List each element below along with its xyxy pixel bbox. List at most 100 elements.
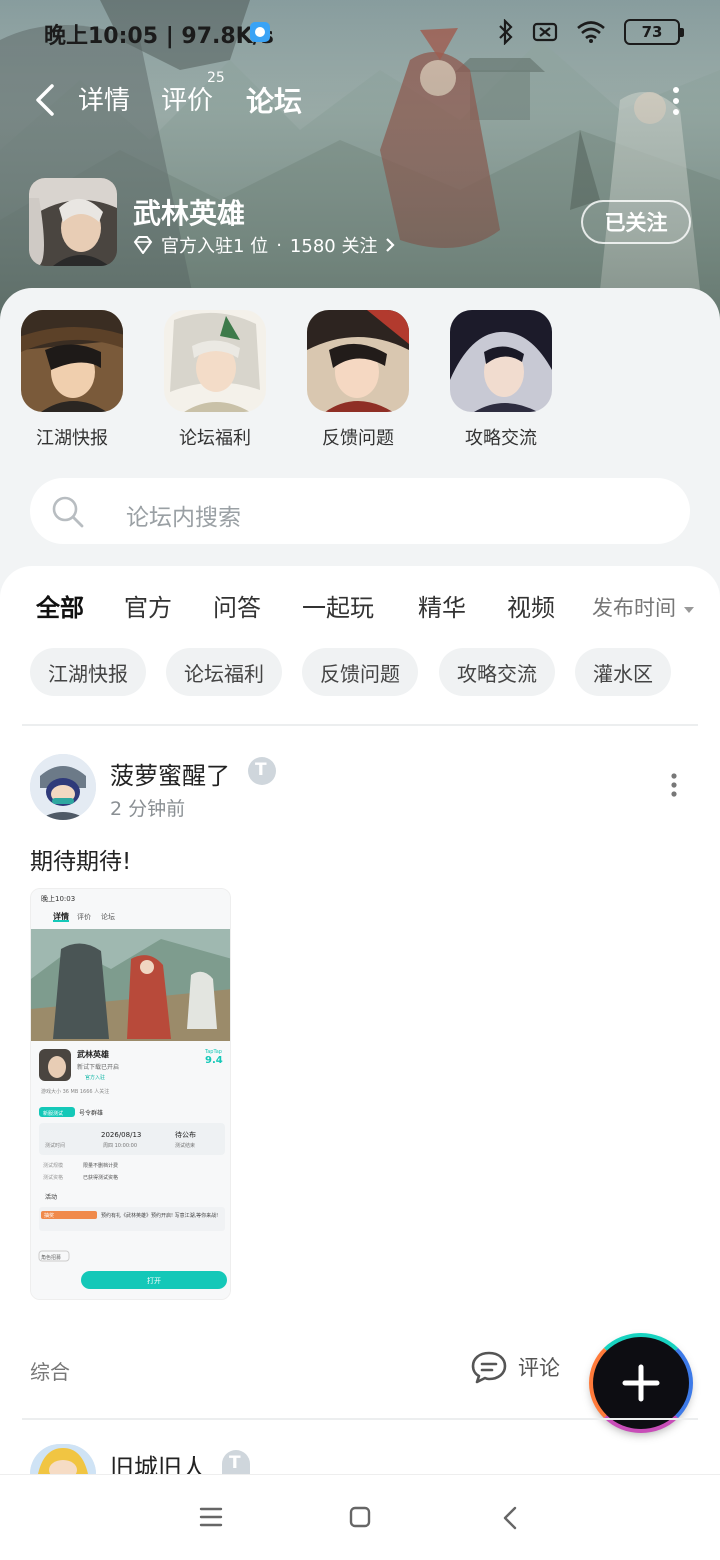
user-badge-icon — [248, 757, 276, 785]
shot-end-sub: 测试结束 — [175, 1142, 195, 1149]
shot-official: 官方入驻 — [85, 1074, 105, 1081]
tab-details-label: 详情 — [78, 86, 131, 116]
tab-reviews[interactable]: 评价 25 — [161, 70, 225, 117]
official-count: 官方入驻1 位 — [161, 236, 269, 257]
chip-feedback[interactable]: 反馈问题 — [302, 648, 418, 696]
home-icon[interactable] — [348, 1505, 372, 1529]
feed-tab-all[interactable]: 全部 — [36, 588, 84, 625]
shot-scale-value: 限量不删档计费 — [83, 1162, 118, 1169]
shot-stats: 游戏大小 36 MB 1666 人关注 — [41, 1088, 109, 1095]
meta-separator: · — [276, 234, 282, 256]
plus-icon — [622, 1364, 660, 1402]
follow-button[interactable]: 已关注 — [581, 200, 691, 244]
comment-button[interactable]: 评论 — [470, 1350, 560, 1384]
user-badge-icon — [222, 1450, 250, 1474]
shot-test-type: 号令群雄 — [79, 1109, 103, 1117]
quick-link-feedback-label: 反馈问题 — [322, 428, 394, 449]
quick-link-guides-image — [450, 310, 552, 412]
shot-tab-forum: 论坛 — [101, 912, 115, 921]
tab-details[interactable]: 详情 — [78, 80, 130, 117]
shot-date-value: 2026/08/13 — [101, 1131, 141, 1139]
forum-search[interactable]: 论坛内搜索 — [30, 478, 690, 544]
shot-subtitle: 新试下载已开启 — [77, 1063, 119, 1071]
shot-time: 晚上10:03 — [41, 894, 75, 903]
shot-game-title: 武林英雄 — [77, 1049, 109, 1059]
sort-dropdown[interactable]: 发布时间 — [592, 592, 695, 622]
sim-off-icon — [532, 22, 558, 42]
shot-activity-text: 预约有礼《武林英雄》预约开启! 写意江湖,等你来战! — [101, 1212, 218, 1219]
post-more-icon[interactable] — [670, 772, 678, 798]
shot-activity: 活动 — [45, 1193, 57, 1201]
shot-tab-details: 详情 — [53, 911, 69, 921]
shot-open: 打开 — [147, 1276, 161, 1285]
comment-icon — [471, 1351, 507, 1384]
shot-test-badge: 新服测试 — [43, 1110, 63, 1117]
post-author[interactable]: 菠萝蜜醒了 — [110, 756, 230, 791]
game-title: 武林英雄 — [133, 197, 246, 230]
chip-guides[interactable]: 攻略交流 — [439, 648, 555, 696]
caret-down-icon — [683, 607, 694, 613]
post-category[interactable]: 综合 — [30, 1356, 70, 1385]
top-nav: 详情 评价 25 论坛 — [0, 70, 720, 130]
feed-tab-official[interactable]: 官方 — [124, 588, 172, 623]
post-image[interactable]: 晚上10:03 详情 评价 论坛 武林英雄 新试下载已开启 官方入驻 TapTa… — [30, 888, 231, 1300]
sort-label: 发布时间 — [592, 596, 676, 620]
shot-end-value: 待公布 — [175, 1130, 196, 1139]
feed-tab-qa[interactable]: 问答 — [213, 588, 261, 623]
bluetooth-icon — [499, 19, 513, 45]
game-meta[interactable]: 官方入驻1 位 · 1580 关注 — [133, 232, 396, 258]
quick-link-welfare-label: 论坛福利 — [179, 428, 251, 449]
battery-indicator: 73 — [624, 19, 684, 45]
battery-level: 73 — [641, 23, 663, 41]
feed-tab-featured[interactable]: 精华 — [418, 588, 466, 623]
shot-scale-label: 测试规模 — [43, 1162, 63, 1169]
create-post-button[interactable] — [589, 1333, 693, 1433]
menu-icon[interactable] — [198, 1505, 224, 1529]
post-divider — [22, 1418, 698, 1420]
shot-activity-tag: 抽奖 — [44, 1212, 54, 1219]
shot-date-sub: 周四 10:00:00 — [103, 1143, 137, 1149]
status-icons: 73 — [498, 18, 684, 46]
shot-qual-label: 测试资格 — [43, 1174, 63, 1181]
chip-chat[interactable]: 灌水区 — [575, 648, 671, 696]
game-header: 武林英雄 官方入驻1 位 · 1580 关注 已关注 — [0, 178, 720, 268]
quick-link-feedback[interactable]: 反馈问题 — [306, 310, 410, 450]
wifi-icon — [577, 21, 605, 43]
post-body[interactable]: 期待期待! — [30, 842, 131, 876]
status-bar: 晚上10:05 | 97.8K/s 73 — [0, 0, 720, 64]
chevron-right-icon — [386, 238, 396, 252]
status-time: 晚上10:05 | 97.8K/s — [44, 24, 274, 49]
more-options-icon[interactable] — [672, 86, 680, 116]
quick-link-guides-label: 攻略交流 — [465, 428, 537, 449]
diamond-icon — [133, 236, 153, 254]
tab-reviews-label: 评价 — [161, 86, 214, 116]
quick-link-guides[interactable]: 攻略交流 — [449, 310, 553, 450]
feed-tab-play-together[interactable]: 一起玩 — [302, 588, 374, 623]
quick-link-news[interactable]: 江湖快报 — [20, 310, 124, 450]
quick-link-welfare-image — [164, 310, 266, 412]
game-icon[interactable] — [29, 178, 117, 266]
system-nav-bar — [0, 1474, 720, 1560]
chip-welfare[interactable]: 论坛福利 — [166, 648, 282, 696]
feed-tab-video[interactable]: 视频 — [507, 588, 555, 623]
back-icon[interactable] — [30, 80, 60, 120]
search-icon — [52, 496, 84, 528]
avatar[interactable] — [30, 754, 96, 820]
shot-role-test: 角色招募 — [41, 1254, 61, 1261]
tab-forum[interactable]: 论坛 — [246, 80, 303, 120]
shot-date-label: 测试时间 — [45, 1142, 65, 1149]
shot-qual-value: 已获得测试资格 — [83, 1174, 118, 1181]
shot-rating: 9.4 — [205, 1055, 223, 1066]
back-nav-icon[interactable] — [502, 1505, 518, 1531]
tab-forum-label: 论坛 — [246, 85, 303, 118]
chip-news[interactable]: 江湖快报 — [30, 648, 146, 696]
post-time: 2 分钟前 — [110, 798, 186, 820]
quick-link-feedback-image — [307, 310, 409, 412]
quick-link-welfare[interactable]: 论坛福利 — [163, 310, 267, 450]
quick-link-news-label: 江湖快报 — [36, 428, 108, 449]
post-author[interactable]: 旧城旧人 — [110, 1448, 206, 1474]
review-count: 25 — [207, 70, 225, 86]
quick-link-news-image — [21, 310, 123, 412]
notification-app-icon — [250, 22, 270, 42]
hero-banner: 晚上10:05 | 97.8K/s 73 详情 评价 25 论坛 武林英雄 官方… — [0, 0, 720, 330]
